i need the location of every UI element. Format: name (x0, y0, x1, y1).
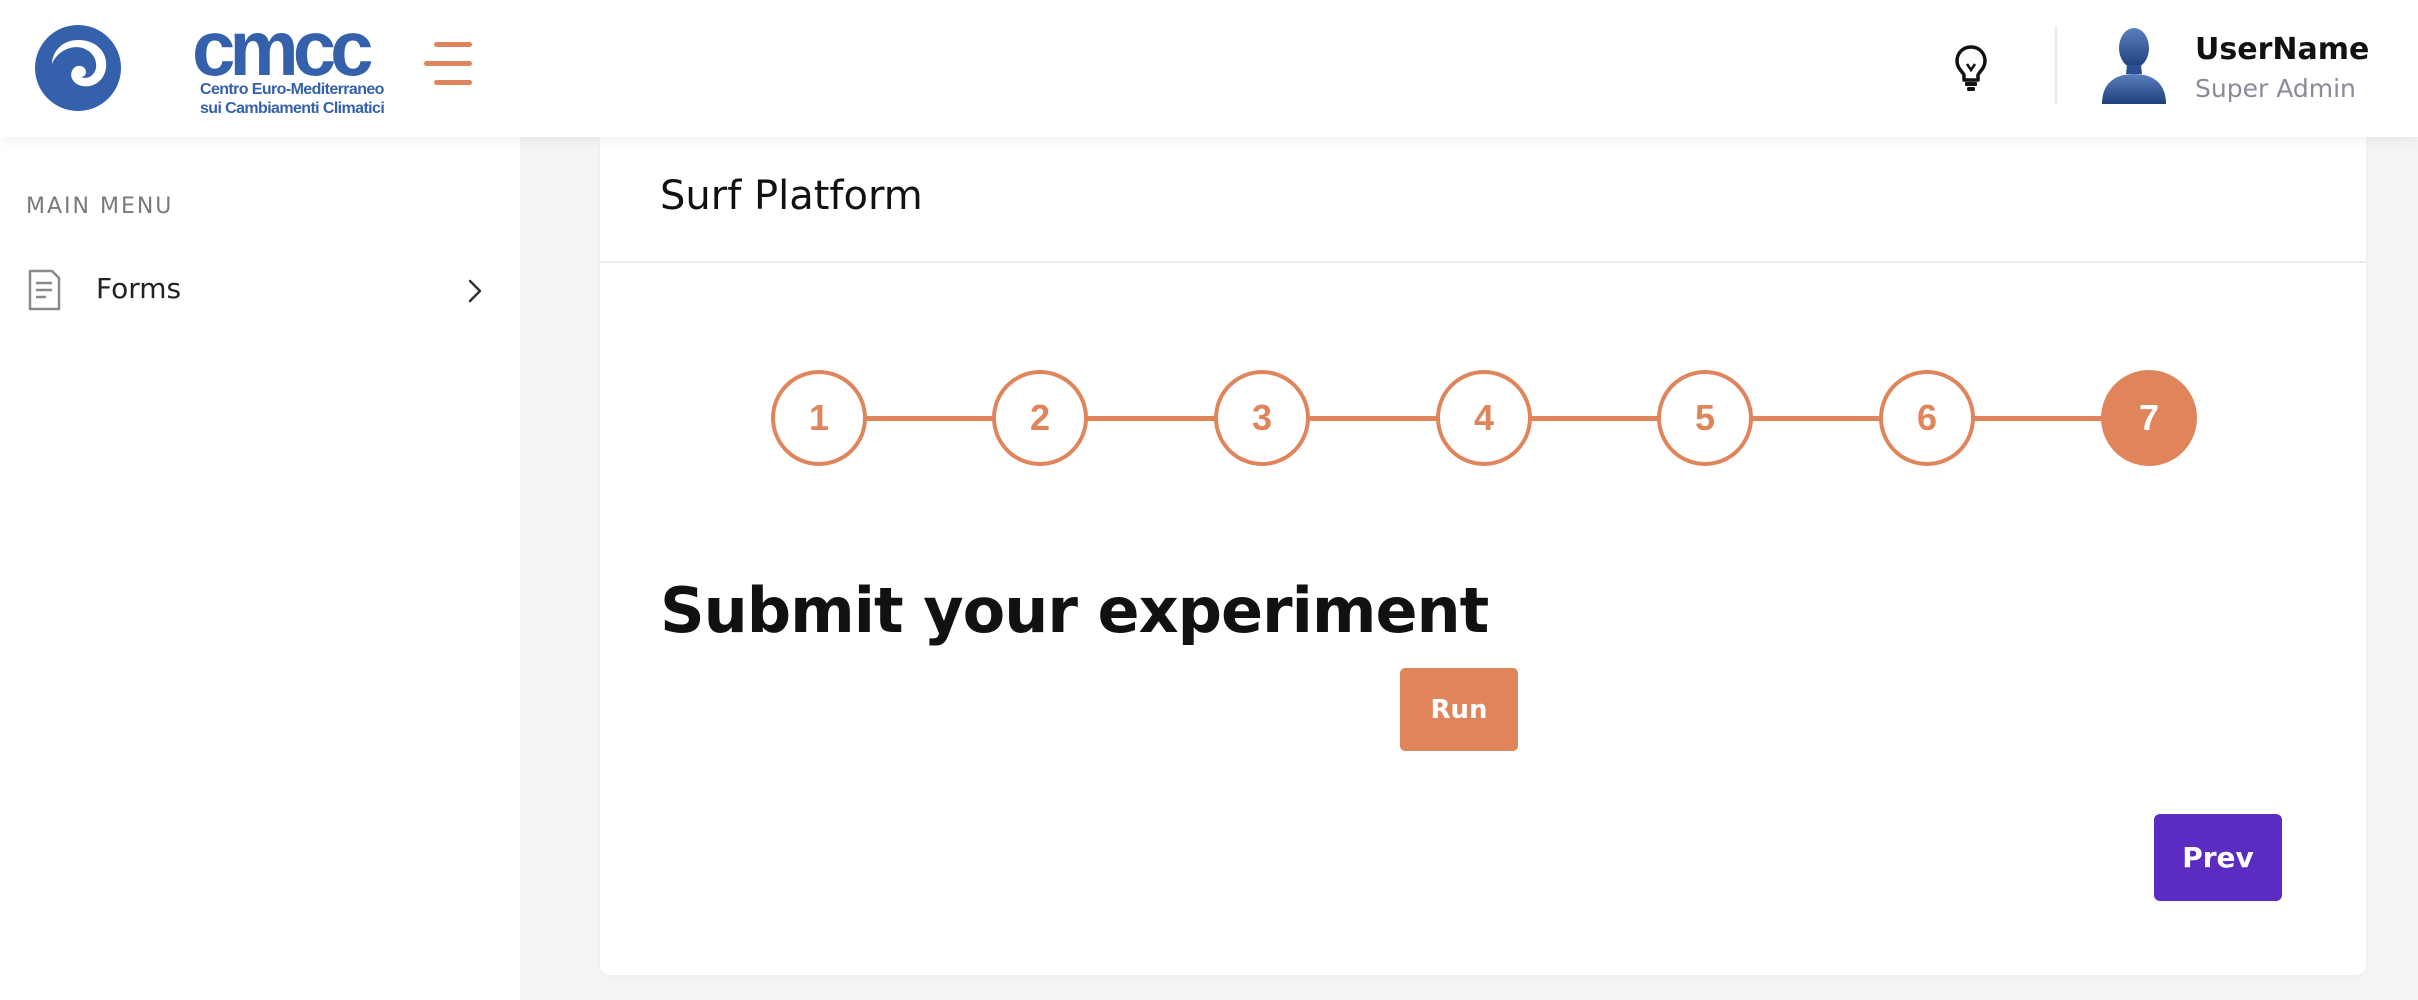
user-role: Super Admin (2195, 74, 2356, 103)
lightbulb-icon[interactable] (1954, 44, 1988, 92)
wizard-stepper: 1 2 3 4 5 6 7 (771, 370, 2197, 468)
prev-button[interactable]: Prev (2154, 814, 2282, 901)
user-avatar-icon[interactable] (2098, 22, 2170, 104)
logo-wordmark-text: cmcc (192, 4, 373, 92)
top-header: cmcc Centro Euro-Mediterraneo sui Cambia… (0, 0, 2418, 137)
user-name[interactable]: UserName (2195, 32, 2369, 67)
step-2[interactable]: 2 (992, 370, 1088, 466)
form-card: Surf Platform 1 2 3 4 5 6 7 Submit your … (600, 137, 2366, 975)
step-6[interactable]: 6 (1879, 370, 1975, 466)
cmcc-logo-mark-icon[interactable] (32, 24, 124, 112)
step-1[interactable]: 1 (771, 370, 867, 466)
menu-toggle-hamburger-icon[interactable] (424, 40, 476, 88)
chevron-right-icon (468, 279, 482, 303)
header-divider (2055, 26, 2057, 104)
step-3[interactable]: 3 (1214, 370, 1310, 466)
step-4[interactable]: 4 (1436, 370, 1532, 466)
logo-subtitle-line-1: Centro Euro-Mediterraneo (200, 81, 384, 98)
step-5[interactable]: 5 (1657, 370, 1753, 466)
logo-subtitle: Centro Euro-Mediterraneo sui Cambiamenti… (200, 80, 415, 118)
step-7-active[interactable]: 7 (2101, 370, 2197, 466)
main-menu-heading: MAIN MENU (26, 194, 174, 219)
card-divider (600, 261, 2366, 263)
logo-subtitle-line-2: sui Cambiamenti Climatici (200, 100, 385, 117)
run-button[interactable]: Run (1400, 668, 1518, 751)
section-title: Submit your experiment (660, 574, 1489, 647)
document-icon (28, 269, 61, 311)
sidebar: MAIN MENU Forms (0, 137, 520, 1000)
cmcc-logo-wordmark[interactable]: cmcc Centro Euro-Mediterraneo sui Cambia… (192, 4, 415, 120)
sidebar-item-label: Forms (96, 272, 182, 305)
card-title: Surf Platform (660, 173, 923, 219)
sidebar-item-forms[interactable]: Forms (26, 264, 486, 318)
